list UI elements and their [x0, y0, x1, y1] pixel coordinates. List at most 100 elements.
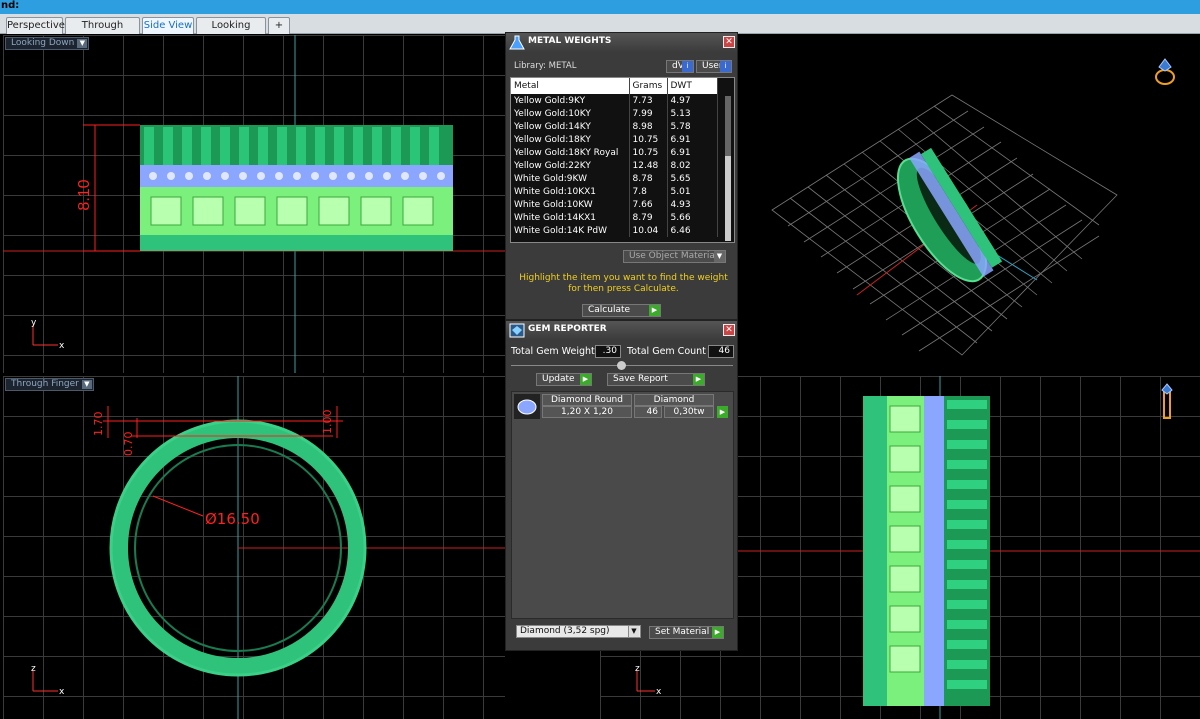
column-header[interactable]: Metal: [511, 78, 630, 94]
axis-x-label: x: [656, 687, 662, 697]
splitter-handle[interactable]: [617, 361, 626, 370]
dwt-cell: 6.91: [667, 146, 718, 159]
gem-count: 46: [634, 406, 662, 418]
axis-z-label: z: [635, 664, 640, 674]
total-gem-count-label: Total Gem Count: [627, 346, 706, 357]
metal-name-cell: White Gold:14K PdW: [511, 224, 630, 237]
table-row[interactable]: White Gold:10KX1 7.8 5.01: [511, 185, 718, 198]
diamond-round-icon: [514, 394, 540, 419]
viewport-perspective[interactable]: [737, 35, 1200, 373]
height-dimension: 8.10: [76, 179, 93, 210]
dropdown-label: Use Object Materials: [629, 251, 723, 261]
metal-name-cell: Yellow Gold:10KY: [511, 107, 630, 120]
axis-y-label: y: [31, 318, 37, 328]
grams-cell: 10.75: [629, 133, 668, 146]
dwt-cell: 4.93: [667, 198, 718, 211]
button-label: Update: [542, 374, 575, 384]
table-row[interactable]: White Gold:14KX1 8.79 5.66: [511, 211, 718, 224]
material-select[interactable]: Diamond (3,52 spg) ▼: [516, 625, 641, 638]
use-object-materials-dropdown[interactable]: Use Object Materials ▼: [623, 250, 726, 263]
viewport-looking-down[interactable]: Looking Down ▼ 8.10 y x: [3, 35, 505, 373]
add-tab-button[interactable]: +: [268, 17, 290, 34]
grams-cell: 7.73: [629, 94, 668, 107]
grams-cell: 8.79: [629, 211, 668, 224]
dwt-cell: 5.78: [667, 120, 718, 133]
table-row[interactable]: Yellow Gold:14KY 8.98 5.78: [511, 120, 718, 133]
viewport-through-finger[interactable]: Through Finger ▼ 1.70 0.70 1.00 Ø16.50 z …: [3, 376, 505, 719]
column-header[interactable]: DWT: [667, 78, 718, 94]
tab-through-finger[interactable]: Through Finger: [65, 17, 140, 46]
metal-name-cell: Yellow Gold:9KY: [511, 94, 630, 107]
dv-toggle[interactable]: dV i: [666, 60, 694, 73]
select-value: Diamond (3,52 spg): [520, 626, 610, 636]
table-row[interactable]: Yellow Gold:9KY 7.73 4.97: [511, 94, 718, 107]
total-gem-weight-label: Total Gem Weight: [511, 346, 595, 357]
table-row[interactable]: Yellow Gold:10KY 7.99 5.13: [511, 107, 718, 120]
set-material-button[interactable]: Set Material ▶: [649, 626, 724, 639]
chevron-down-icon: ▼: [77, 39, 88, 48]
metal-name-cell: Yellow Gold:22KY: [511, 159, 630, 172]
table-row[interactable]: White Gold:10KW 7.66 4.93: [511, 198, 718, 211]
close-icon[interactable]: ✕: [723, 36, 735, 48]
scrollbar-thumb[interactable]: [725, 96, 731, 156]
table-row[interactable]: White Gold:14K PdW 10.04 6.46: [511, 224, 718, 237]
ring-side-icon: [1161, 383, 1173, 419]
table-row[interactable]: Yellow Gold:18KY Royal 10.75 6.91: [511, 146, 718, 159]
calculate-hint: Highlight the item you want to find the …: [519, 273, 728, 294]
button-label: Save Report: [613, 374, 668, 384]
view-tab-bar: Perspective Through Finger Side View Loo…: [0, 14, 1200, 46]
gem-reporter-panel: GEM REPORTER ✕ Total Gem Weight .30 Tota…: [505, 320, 738, 651]
dwt-cell: 5.01: [667, 185, 718, 198]
total-gem-count-field[interactable]: 46: [708, 345, 734, 358]
calculate-button[interactable]: Calculate ▶: [582, 304, 661, 317]
tab-side-view[interactable]: Side View: [142, 17, 194, 34]
play-icon: ▶: [712, 627, 723, 638]
dwt-cell: 4.97: [667, 94, 718, 107]
update-button[interactable]: Update ▶: [536, 373, 592, 386]
axis-x-label: x: [59, 687, 65, 697]
table-row[interactable]: White Gold:9KW 8.78 5.65: [511, 172, 718, 185]
side-view-drawing: 8.10 y x: [3, 35, 505, 373]
grams-cell: 10.04: [629, 224, 668, 237]
scrollbar[interactable]: [725, 96, 731, 241]
grams-cell: 8.78: [629, 172, 668, 185]
dimension-label: 1.70: [92, 412, 105, 437]
viewport-menu[interactable]: Looking Down ▼: [5, 37, 90, 50]
table-row[interactable]: Yellow Gold:18KY 10.75 6.91: [511, 133, 718, 146]
axis-x-label: x: [59, 341, 65, 351]
play-icon: ▶: [580, 374, 591, 385]
total-gem-weight-field[interactable]: .30: [595, 345, 621, 358]
metal-name-cell: Yellow Gold:18KY: [511, 133, 630, 146]
user-toggle[interactable]: User i: [696, 60, 732, 73]
axis-z-label: z: [31, 664, 36, 674]
tab-perspective[interactable]: Perspective: [6, 17, 65, 34]
dwt-cell: 6.91: [667, 133, 718, 146]
gem-shape: Diamond Round: [542, 394, 632, 406]
gem-icon: [509, 323, 525, 338]
info-icon: i: [682, 61, 693, 72]
grams-cell: 7.99: [629, 107, 668, 120]
diameter-label: Ø16.50: [205, 510, 260, 528]
dwt-cell: 5.13: [667, 107, 718, 120]
column-header[interactable]: Grams: [629, 78, 668, 94]
info-icon: i: [720, 61, 731, 72]
gem-material: Diamond: [634, 394, 714, 406]
gem-weight: 0,30tw: [664, 406, 714, 418]
table-row[interactable]: Yellow Gold:22KY 12.48 8.02: [511, 159, 718, 172]
list-item[interactable]: Diamond Round Diamond 1,20 X 1,20 46 0,3…: [514, 394, 728, 419]
flask-icon: [509, 35, 525, 50]
metal-name-cell: White Gold:10KX1: [511, 185, 630, 198]
perspective-drawing: [737, 35, 1200, 373]
button-label: Set Material: [655, 627, 710, 637]
metal-table-grid: Metal Grams DWT Yellow Gold:9KY 7.73 4.97 Y…: [511, 78, 718, 237]
close-icon[interactable]: ✕: [723, 324, 735, 336]
viewport-menu[interactable]: Through Finger ▼: [5, 378, 94, 391]
save-report-button[interactable]: Save Report ▶: [607, 373, 705, 386]
gem-list[interactable]: Diamond Round Diamond 1,20 X 1,20 46 0,3…: [511, 391, 734, 619]
play-icon[interactable]: ▶: [717, 406, 728, 418]
library-label: Library: METAL: [514, 61, 577, 71]
metal-table[interactable]: Metal Grams DWT Yellow Gold:9KY 7.73 4.97 Y…: [510, 77, 735, 243]
tab-looking-down[interactable]: Looking Down: [196, 17, 266, 46]
metal-name-cell: White Gold:10KW: [511, 198, 630, 211]
metal-name-cell: Yellow Gold:18KY Royal: [511, 146, 630, 159]
